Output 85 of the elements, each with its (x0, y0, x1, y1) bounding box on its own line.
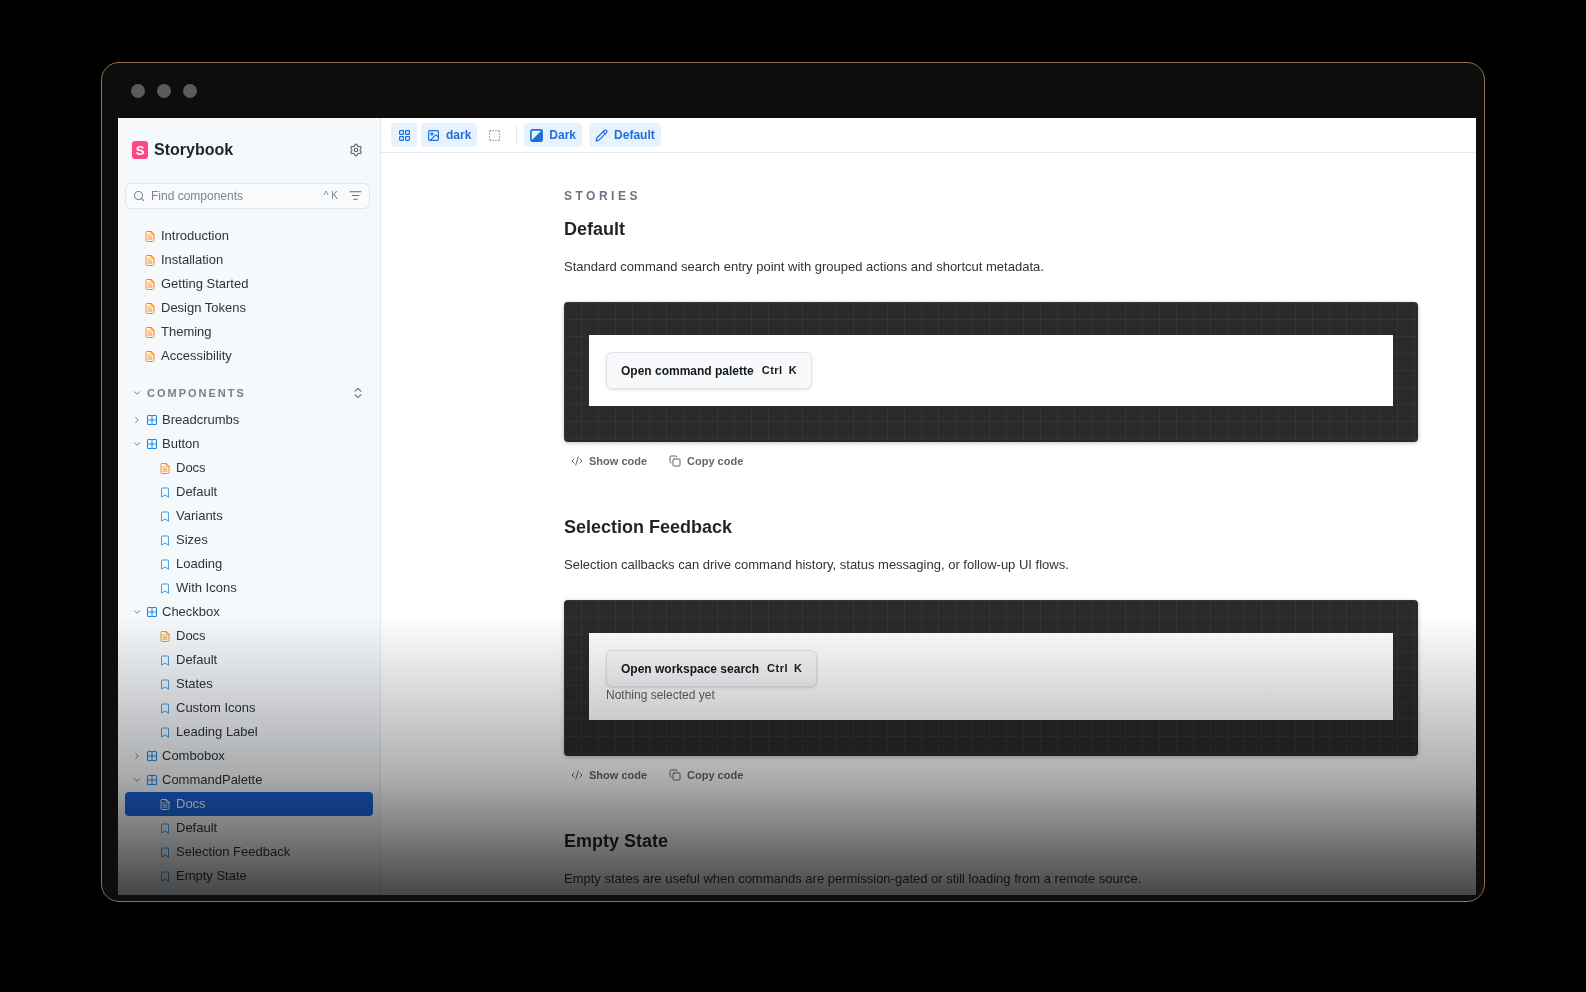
grid-square-icon (146, 414, 158, 426)
bookmark-icon (159, 821, 171, 835)
document-icon (159, 629, 171, 643)
section-label: STORIES (564, 189, 642, 203)
sidebar-item[interactable]: Theming (125, 320, 373, 344)
sidebar-item[interactable]: Accessibility (125, 344, 373, 368)
document-icon (144, 253, 156, 267)
bookmark-icon (159, 581, 171, 595)
command-button[interactable]: Open workspace search Ctrl K (606, 650, 818, 687)
logo-mark: S (132, 141, 148, 159)
sidebar-item[interactable]: Default (125, 648, 373, 672)
sidebar-item[interactable]: Default (125, 480, 373, 504)
bookmark-icon (159, 725, 171, 739)
document-icon (144, 325, 156, 339)
chevron-down-icon[interactable] (132, 388, 142, 398)
document-icon (159, 797, 171, 811)
bookmark-icon (159, 701, 171, 715)
sidebar-item[interactable]: Design Tokens (125, 296, 373, 320)
grid-square-icon (146, 438, 158, 450)
copy-code-button[interactable]: Copy code (669, 766, 744, 784)
command-button[interactable]: Open command palette Ctrl K (606, 352, 813, 389)
tree-item[interactable]: Breadcrumbs (125, 408, 373, 432)
sidebar-item[interactable]: States (125, 672, 373, 696)
sidebar-item[interactable]: Sizes (125, 528, 373, 552)
show-code-button[interactable]: Show code (571, 766, 648, 784)
half-filled-square-icon (530, 128, 544, 142)
sidebar-item[interactable]: Leading Label (125, 720, 373, 744)
tree-item[interactable]: CommandPalette (125, 768, 373, 792)
grid-square-icon (146, 606, 158, 618)
bookmark-icon (159, 485, 171, 499)
sidebar-item[interactable]: Installation (125, 248, 373, 272)
document-icon (159, 461, 171, 475)
document-icon (144, 277, 156, 291)
code-icon (571, 455, 583, 467)
theme-button[interactable]: Dark (524, 123, 583, 147)
sidebar-item[interactable]: Custom Icons (125, 696, 373, 720)
bookmark-icon (159, 509, 171, 523)
bookmark-icon (159, 557, 171, 571)
bookmark-icon (159, 869, 171, 883)
grid-square-icon (146, 774, 158, 786)
grid-toggle-button[interactable] (391, 123, 417, 147)
variant-button[interactable]: Default (589, 123, 661, 147)
sidebar-item[interactable]: Docs (125, 456, 373, 480)
sidebar-item[interactable]: Introduction (125, 224, 373, 248)
selection-status: Nothing selected yet (606, 687, 715, 703)
sidebar-item[interactable]: Variants (125, 504, 373, 528)
settings-icon[interactable] (349, 143, 363, 157)
brand-name: Storybook (154, 140, 234, 160)
story-description: Empty states are useful when commands are permission-gated or still loading from a remote source. (564, 870, 1143, 888)
bookmark-icon (159, 845, 171, 859)
document-icon (144, 301, 156, 315)
document-icon (144, 349, 156, 363)
sidebar-item[interactable]: Getting Started (125, 272, 373, 296)
bookmark-icon (159, 677, 171, 691)
grid-icon (397, 128, 411, 142)
sidebar-item[interactable]: Default (125, 816, 373, 840)
sidebar-item[interactable]: Docs (125, 792, 373, 816)
background-button[interactable]: dark (421, 123, 478, 147)
dashed-square-icon (487, 128, 501, 142)
story-description: Selection callbacks can drive command history, status messaging, or follow-up UI flows. (564, 556, 1070, 574)
copy-icon (669, 769, 682, 781)
filter-icon[interactable] (349, 189, 362, 202)
code-icon (571, 769, 583, 781)
image-icon (427, 128, 440, 142)
shortcut-hint: ^K (323, 189, 341, 202)
tree-item[interactable]: Button (125, 432, 373, 456)
story-title: Default (564, 218, 626, 241)
document-icon (144, 229, 156, 243)
sidebar-item[interactable]: Loading (125, 552, 373, 576)
pencil-icon (595, 128, 609, 142)
show-code-button[interactable]: Show code (571, 452, 648, 470)
bookmark-icon (159, 533, 171, 547)
sidebar-item[interactable]: Docs (125, 624, 373, 648)
story-title: Selection Feedback (564, 516, 734, 539)
tree-item[interactable]: Combobox (125, 744, 373, 768)
tree-item[interactable]: Checkbox (125, 600, 373, 624)
story-description: Standard command search entry point with grouped actions and shortcut metadata. (564, 258, 1045, 276)
search-icon (133, 190, 145, 202)
copy-code-button[interactable]: Copy code (669, 452, 744, 470)
grid-square-icon (146, 750, 158, 762)
sidebar-item[interactable]: With Icons (125, 576, 373, 600)
bookmark-icon (159, 653, 171, 667)
story-title: Empty State (564, 830, 670, 853)
section-heading: COMPONENTS (147, 385, 246, 401)
copy-icon (669, 455, 682, 467)
